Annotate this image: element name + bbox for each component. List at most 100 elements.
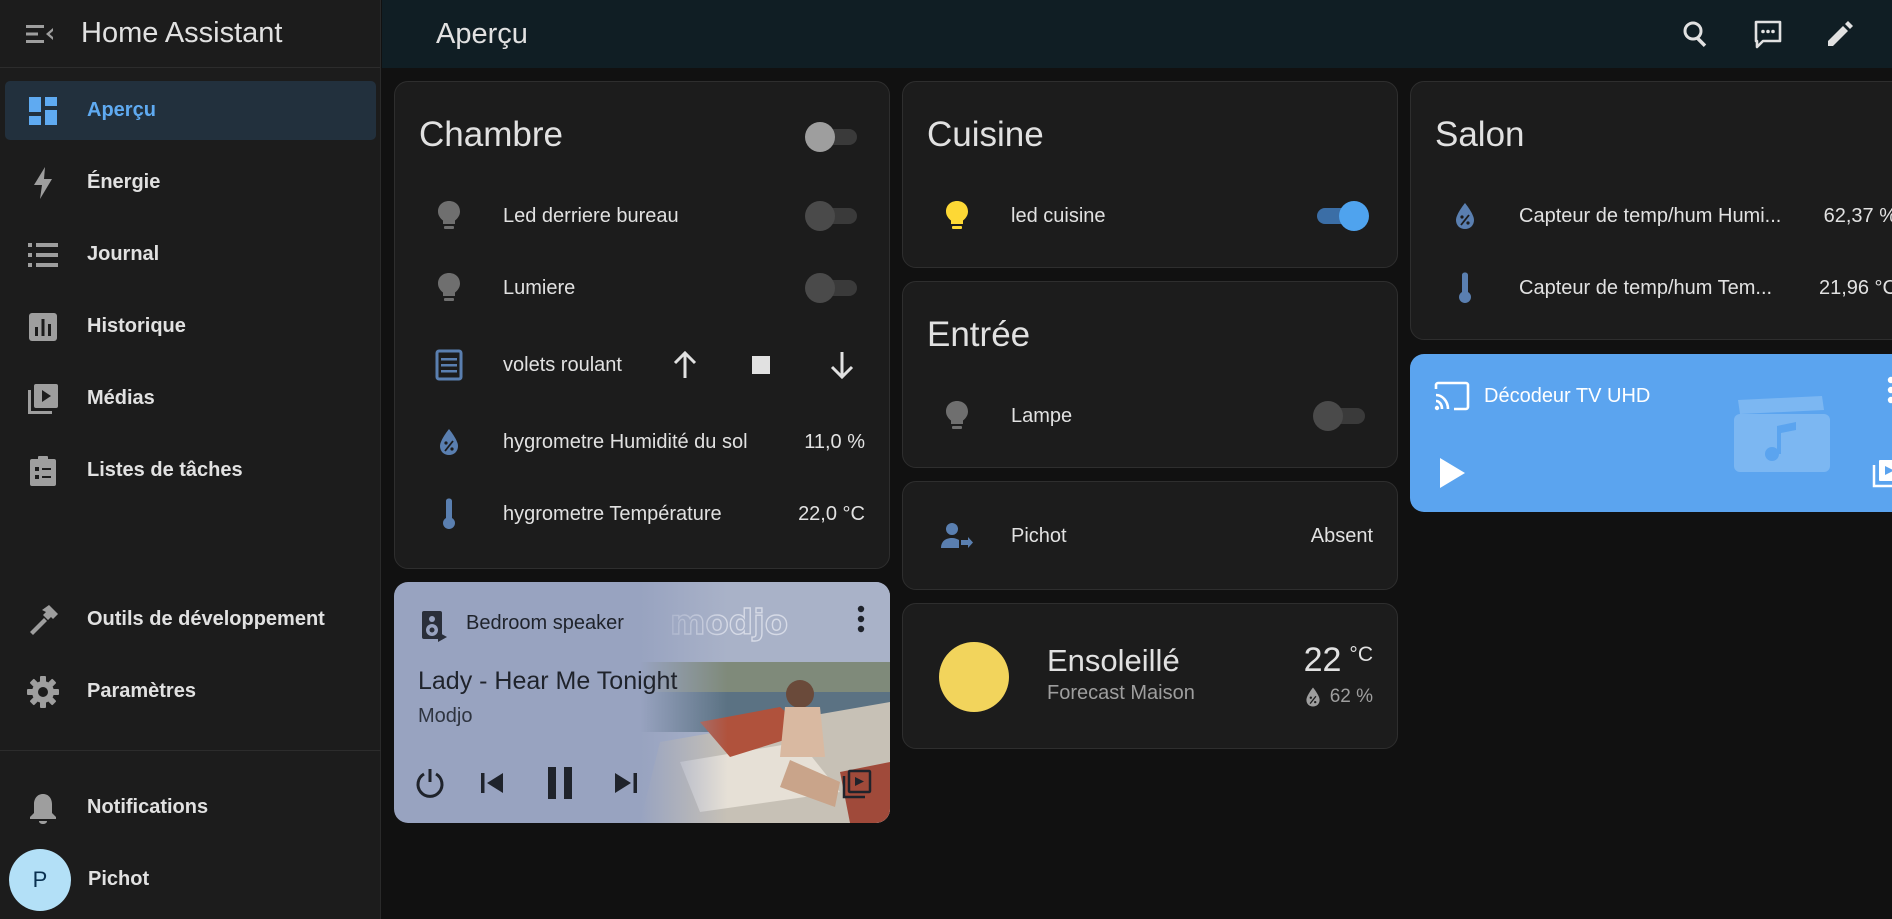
sidebar-divider [0,750,381,751]
media-player-card[interactable]: modjo Bedroom speaker Lady - Hear Me Ton… [394,582,890,823]
weather-temperature: 22 °C [1304,641,1373,680]
stop-icon[interactable] [750,354,772,376]
top-bar: Aperçu [382,0,1892,68]
entity-toggle[interactable] [805,201,861,231]
skip-previous-icon[interactable] [478,769,506,797]
movie-icon [1734,396,1830,472]
thermometer-icon [431,496,467,532]
card-title: Salon [1435,115,1525,154]
lightbulb-icon [431,198,467,234]
media-track-title: Lady - Hear Me Tonight [418,667,678,695]
tv-media-card[interactable]: Décodeur TV UHD [1410,354,1892,512]
card-person[interactable]: Pichot Absent [902,481,1398,590]
entity-row[interactable]: Capteur de temp/hum Humi... 62,37 % [1411,186,1892,246]
window-shutter-icon [431,347,467,383]
card-cuisine: Cuisine led cuisine [902,81,1398,268]
entity-value: Absent [1310,524,1373,547]
sidebar-item-journal[interactable]: Journal [5,225,376,284]
media-artist: Modjo [418,705,473,727]
sidebar-item-dev-tools[interactable]: Outils de développement [5,590,376,649]
sidebar-item-user[interactable]: P Pichot [5,848,376,911]
account-arrow-right-icon [939,518,975,554]
entity-row[interactable]: Pichot Absent [903,506,1397,566]
entity-row[interactable]: volets roulant [395,335,889,395]
card-title: Cuisine [927,115,1044,154]
arrow-up-icon[interactable] [670,350,700,380]
sidebar-item-label: Outils de développement [87,608,325,630]
weather-temperature-value: 22 [1303,641,1342,679]
entity-name: led cuisine [1011,204,1106,227]
clipboard-icon [26,454,60,488]
entity-toggle[interactable] [1313,201,1369,231]
header-toggle[interactable] [805,122,861,152]
sidebar-item-energie[interactable]: Énergie [5,153,376,212]
sidebar-item-medias[interactable]: Médias [5,369,376,428]
sidebar-item-label: Listes de tâches [87,459,243,481]
gear-icon [26,675,60,709]
search-icon[interactable] [1676,14,1716,54]
more-vert-icon[interactable] [1886,375,1892,407]
sidebar-item-label: Notifications [87,796,209,818]
entity-name: Led derriere bureau [503,204,679,227]
entity-name: hygrometre Humidité du sol [503,430,748,453]
power-icon[interactable] [414,767,446,799]
lightbulb-icon [431,270,467,306]
lightbulb-icon [939,198,975,234]
card-chambre: Chambre Led derriere bureau Lumiere vole… [394,81,890,569]
media-browse-icon[interactable] [842,769,872,799]
lightning-icon [26,166,60,200]
entity-row[interactable]: Lumiere [395,258,889,318]
entity-name: Capteur de temp/hum Tem... [1519,276,1773,299]
weather-location: Forecast Maison [1047,682,1195,704]
app-title: Home Assistant [81,17,283,49]
pause-icon[interactable] [542,765,578,801]
play-icon[interactable] [1438,457,1466,489]
menu-collapse-icon[interactable] [24,18,56,50]
sidebar-item-settings[interactable]: Paramètres [5,662,376,721]
entity-row[interactable]: hygrometre Température 22,0 °C [395,484,889,544]
entity-toggle[interactable] [805,273,861,303]
entity-name: Lampe [1011,404,1073,427]
entity-row[interactable]: Led derriere bureau [395,186,889,246]
thermometer-icon [1447,270,1483,306]
edit-pencil-icon[interactable] [1820,14,1860,54]
sidebar-item-notifications[interactable]: Notifications [5,778,376,837]
sidebar-item-label: Énergie [87,171,161,193]
sidebar-item-label: Historique [87,315,186,337]
arrow-down-icon[interactable] [827,350,857,380]
entity-row[interactable]: Capteur de temp/hum Tem... 21,96 °C [1411,258,1892,318]
tv-device-name: Décodeur TV UHD [1484,385,1651,407]
card-title: Chambre [419,115,563,154]
sidebar-item-listes-de-taches[interactable]: Listes de tâches [5,441,376,500]
weather-humidity-value: 62 % [1329,686,1373,707]
entity-row[interactable]: led cuisine [903,186,1397,246]
speaker-icon [420,610,448,642]
lightbulb-icon [939,398,975,434]
entity-row[interactable]: hygrometre Humidité du sol 11,0 % [395,412,889,472]
card-title: Entrée [927,315,1031,354]
entity-name: Capteur de temp/hum Humi... [1519,204,1782,227]
entity-name: hygrometre Température [503,502,722,525]
entity-toggle[interactable] [1313,401,1369,431]
sidebar-item-historique[interactable]: Historique [5,297,376,356]
sidebar-item-apercu[interactable]: Aperçu [5,81,376,140]
page-title: Aperçu [436,17,528,50]
entity-value: 21,96 °C [1818,276,1892,299]
sun-icon [939,642,1009,712]
bell-icon [26,791,60,825]
sidebar-item-label: Journal [87,243,160,265]
sidebar: Home Assistant Aperçu Énergie Journal Hi… [0,0,381,919]
more-vert-icon[interactable] [856,604,866,636]
skip-next-icon[interactable] [612,769,640,797]
entity-name: Pichot [1011,524,1067,547]
entity-row[interactable]: Lampe [903,386,1397,446]
chart-icon [26,310,60,344]
assist-chat-icon[interactable] [1748,14,1788,54]
media-browse-icon[interactable] [1872,458,1892,488]
media-device-name: Bedroom speaker [466,612,624,634]
card-weather[interactable]: Ensoleillé Forecast Maison 22 °C 62 % [902,603,1398,749]
sidebar-item-label: Aperçu [87,99,156,121]
water-percent-icon [1304,686,1322,708]
card-salon: Salon Capteur de temp/hum Humi... 62,37 … [1410,81,1892,340]
entity-value: 22,0 °C [798,502,865,525]
